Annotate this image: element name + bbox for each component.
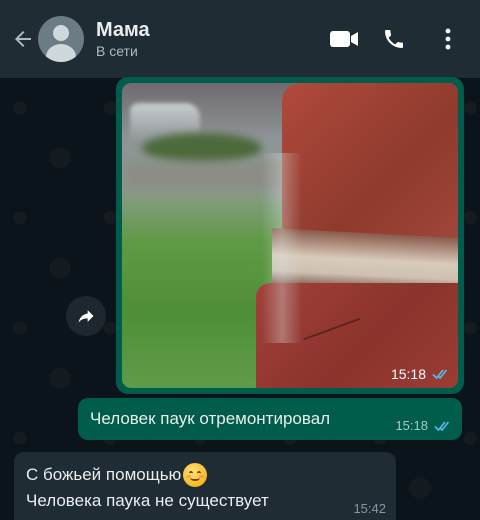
forward-icon — [78, 310, 94, 323]
message-time: 15:18 — [390, 366, 426, 382]
double-check-read-icon — [434, 420, 450, 431]
more-options-button[interactable] — [426, 17, 470, 61]
contact-status: В сети — [96, 43, 138, 59]
message-photo[interactable] — [122, 83, 458, 388]
photo-brick-upper — [282, 83, 458, 243]
message-line-2: Человека паука не существует — [26, 488, 384, 514]
message-time: 15:18 — [395, 418, 428, 433]
emoji-cheek-right — [199, 475, 205, 478]
forward-button[interactable] — [66, 296, 106, 336]
photo-spider-web — [262, 153, 302, 343]
message-meta: 15:18 — [395, 418, 452, 433]
image-message[interactable]: 15:18 — [116, 77, 464, 394]
video-call-button[interactable] — [322, 17, 366, 61]
message-text: Человек паук отремонтировал — [90, 409, 331, 428]
contact-name: Мама — [96, 19, 150, 41]
avatar-head-icon — [53, 25, 69, 41]
contact-info[interactable]: Мама В сети — [96, 18, 322, 60]
phone-icon — [385, 30, 403, 48]
message-time: 15:42 — [353, 501, 386, 516]
image-message-meta: 15:18 — [391, 366, 450, 382]
message-text-line-1: С божьей помощью — [26, 465, 182, 484]
incoming-text-message[interactable]: С божьей помощью Человека паука не сущес… — [14, 452, 396, 520]
avatar[interactable] — [38, 16, 84, 62]
chat-header: Мама В сети — [0, 0, 480, 78]
avatar-body-icon — [46, 44, 76, 62]
message-line-1: С божьей помощью — [26, 462, 384, 488]
message-text-line-2: Человека паука не существует — [26, 491, 269, 510]
more-vert-icon — [445, 28, 451, 50]
back-button[interactable] — [8, 24, 38, 54]
double-check-read-icon — [432, 369, 448, 380]
voice-call-button[interactable] — [372, 17, 416, 61]
back-arrow-icon — [15, 31, 31, 47]
outgoing-text-message[interactable]: Человек паук отремонтировал 15:18 — [78, 398, 462, 440]
smiling-face-emoji — [183, 463, 208, 487]
chat-area[interactable]: 15:18 Человек паук отремонтировал 15:18 … — [0, 77, 480, 520]
video-call-icon — [330, 31, 358, 47]
emoji-mouth — [190, 475, 201, 481]
photo-bush-shape — [142, 133, 262, 163]
